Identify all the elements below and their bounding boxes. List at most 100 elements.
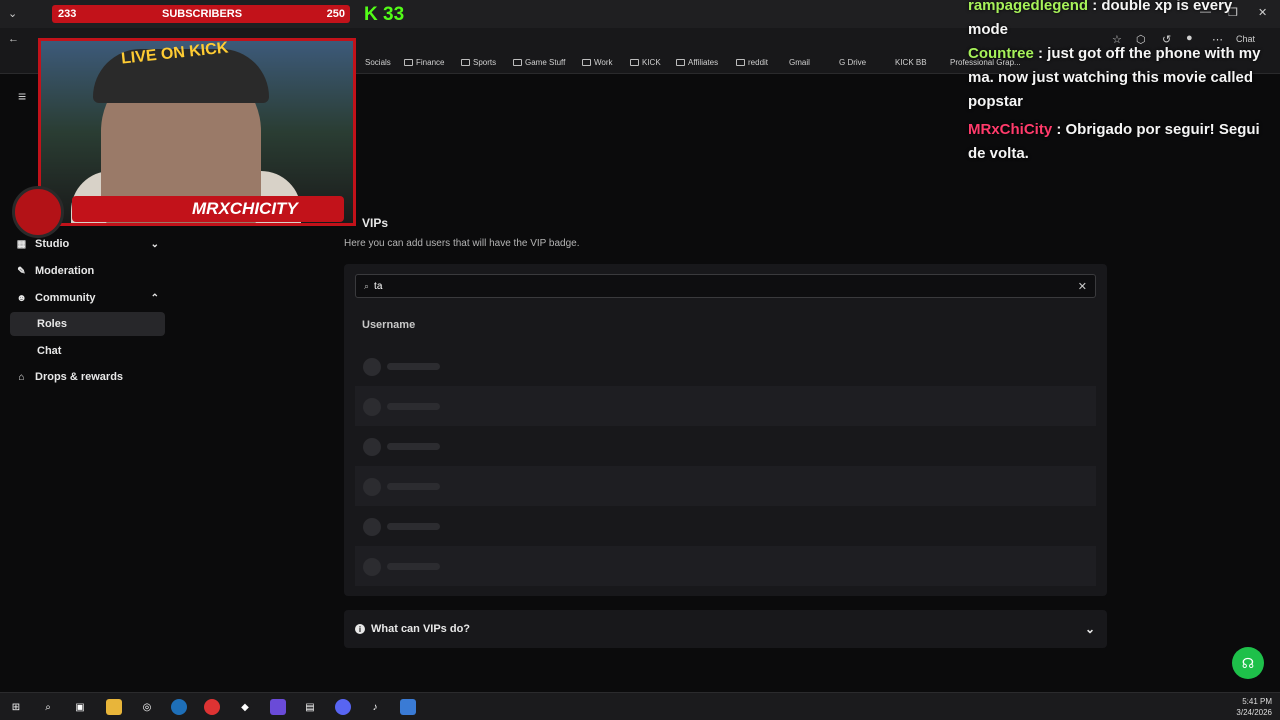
sidebar-label: Moderation — [35, 265, 95, 277]
chat-message: MRxChiCity : Obrigado por seguir! Segui … — [968, 118, 1274, 166]
info-icon: i — [355, 624, 365, 634]
bookmark-game-stuff[interactable]: Game Stuff — [513, 58, 565, 67]
sidebar-item-drops-rewards[interactable]: ⌂ Drops & rewards — [10, 365, 165, 389]
bookmark-socials[interactable]: Socials — [365, 58, 391, 67]
skeleton-text — [387, 563, 440, 570]
hamburger-menu-icon[interactable]: ≡ — [18, 88, 26, 104]
task-view-icon[interactable]: ▣ — [72, 699, 88, 715]
sidebar-item-chat[interactable]: Chat — [10, 339, 165, 363]
loading-row — [355, 546, 1096, 586]
sidebar-label: Community — [35, 292, 96, 304]
app-icon[interactable]: ◎ — [139, 699, 155, 715]
headset-icon: ☊ — [1241, 654, 1255, 671]
user-search-box: ⌕ ✕ — [355, 274, 1096, 298]
page-description: Here you can add users that will have th… — [344, 238, 580, 249]
loading-row — [355, 346, 1096, 386]
skeleton-avatar — [363, 518, 381, 536]
chat-username: MRxChiCity — [968, 121, 1053, 138]
clear-icon[interactable]: ✕ — [1078, 280, 1087, 293]
page-title: VIPs — [362, 216, 389, 230]
wrench-icon: ✎ — [17, 265, 26, 277]
windows-start-icon[interactable]: ⊞ — [8, 699, 24, 715]
skeleton-text — [387, 483, 440, 490]
app-icon[interactable]: ◆ — [237, 699, 253, 715]
bookmark-gmail[interactable]: Gmail — [789, 58, 810, 67]
file-explorer-icon[interactable] — [106, 699, 122, 715]
sidebar-item-roles[interactable]: Roles — [10, 312, 165, 336]
skeleton-text — [387, 403, 440, 410]
skeleton-text — [387, 363, 440, 370]
bookmark-work[interactable]: Work — [582, 58, 613, 67]
subscriber-goal-bar: 233 SUBSCRIBERS 250 — [52, 5, 350, 23]
edge-browser-icon[interactable] — [171, 699, 187, 715]
bookmark-g-drive[interactable]: G Drive — [839, 58, 866, 67]
folder-icon — [404, 59, 413, 66]
bookmark-kick-bb[interactable]: KICK BB — [895, 58, 927, 67]
bookmark-affiliates[interactable]: Affiliates — [676, 58, 718, 67]
chevron-down-icon: ⌄ — [150, 238, 159, 250]
app-icon[interactable]: ▤ — [302, 699, 318, 715]
gift-icon: ⌂ — [18, 371, 25, 383]
sidebar-item-studio[interactable]: ▦ Studio ⌄ — [10, 232, 165, 256]
bookmark-sports[interactable]: Sports — [461, 58, 496, 67]
sidebar-item-moderation[interactable]: ✎ Moderation — [10, 259, 165, 283]
search-icon[interactable]: ⌕ — [40, 699, 56, 715]
faq-label: What can VIPs do? — [371, 623, 471, 635]
sidebar-item-community[interactable]: ☻ Community ⌃ — [10, 286, 165, 310]
system-clock[interactable]: 5:41 PM 3/24/2026 — [1236, 696, 1272, 718]
studio-icon: ▦ — [16, 238, 27, 250]
windows-taskbar: ⊞ ⌕ ▣ ◎ ◆ ▤ ♪ 5:41 PM 3/24/2026 — [0, 692, 1280, 720]
skeleton-text — [387, 443, 440, 450]
social-handle-banner: MRXCHICITY — [72, 196, 344, 222]
bookmark-kick[interactable]: KICK — [630, 58, 661, 67]
clock-time: 5:41 PM — [1242, 697, 1272, 706]
back-icon[interactable]: ← — [8, 33, 19, 45]
chevron-down-icon: ⌄ — [1084, 622, 1095, 636]
tiktok-icon[interactable]: ♪ — [367, 699, 383, 715]
folder-icon — [461, 59, 470, 66]
skeleton-avatar — [363, 558, 381, 576]
folder-icon — [630, 59, 639, 66]
skeleton-avatar — [363, 478, 381, 496]
support-chat-button[interactable]: ☊ — [1232, 647, 1264, 679]
chat-message: Countree : just got off the phone with m… — [968, 42, 1274, 114]
folder-icon — [736, 59, 745, 66]
tab-list-chevron-icon[interactable]: ⌄ — [8, 7, 17, 20]
subscriber-goal-label: SUBSCRIBERS — [162, 8, 243, 20]
social-handle-text: MRXCHICITY — [192, 199, 298, 218]
loading-row — [355, 386, 1096, 426]
bull-logo-icon — [12, 186, 64, 238]
community-icon: ☻ — [16, 292, 27, 304]
kick-count-value: 33 — [383, 4, 405, 25]
sidebar-label: Chat — [37, 345, 62, 357]
chat-username: rampagedlegend — [968, 0, 1089, 14]
discord-icon[interactable] — [335, 699, 351, 715]
search-icon: ⌕ — [364, 280, 370, 291]
folder-icon — [582, 59, 591, 66]
faq-accordion[interactable]: i What can VIPs do? ⌄ — [344, 610, 1107, 648]
chrome-browser-icon[interactable] — [204, 699, 220, 715]
subscriber-current-count: 233 — [58, 8, 77, 20]
app-icon[interactable] — [400, 699, 416, 715]
skeleton-avatar — [363, 438, 381, 456]
kick-follower-counter: K 33 — [364, 4, 405, 25]
sidebar-label: Studio — [35, 238, 70, 250]
loading-row — [355, 426, 1096, 466]
loading-row — [355, 506, 1096, 546]
chat-message: rampagedlegend : double xp is every mode — [968, 0, 1274, 42]
app-icon[interactable] — [270, 699, 286, 715]
sidebar-label: Roles — [37, 318, 67, 330]
bookmark-reddit[interactable]: reddit — [736, 58, 768, 67]
skeleton-avatar — [363, 358, 381, 376]
folder-icon — [513, 59, 522, 66]
subscriber-goal-target: 250 — [326, 8, 345, 20]
skeleton-avatar — [363, 398, 381, 416]
chevron-up-icon: ⌃ — [150, 292, 159, 304]
stream-chat-overlay: rampagedlegend : double xp is every mode… — [968, 0, 1274, 166]
search-input[interactable] — [374, 280, 1055, 292]
clock-date: 3/24/2026 — [1236, 708, 1272, 717]
bookmark-finance[interactable]: Finance — [404, 58, 444, 67]
skeleton-text — [387, 523, 440, 530]
chat-username: Countree — [968, 45, 1034, 62]
sidebar-label: Drops & rewards — [35, 371, 124, 383]
